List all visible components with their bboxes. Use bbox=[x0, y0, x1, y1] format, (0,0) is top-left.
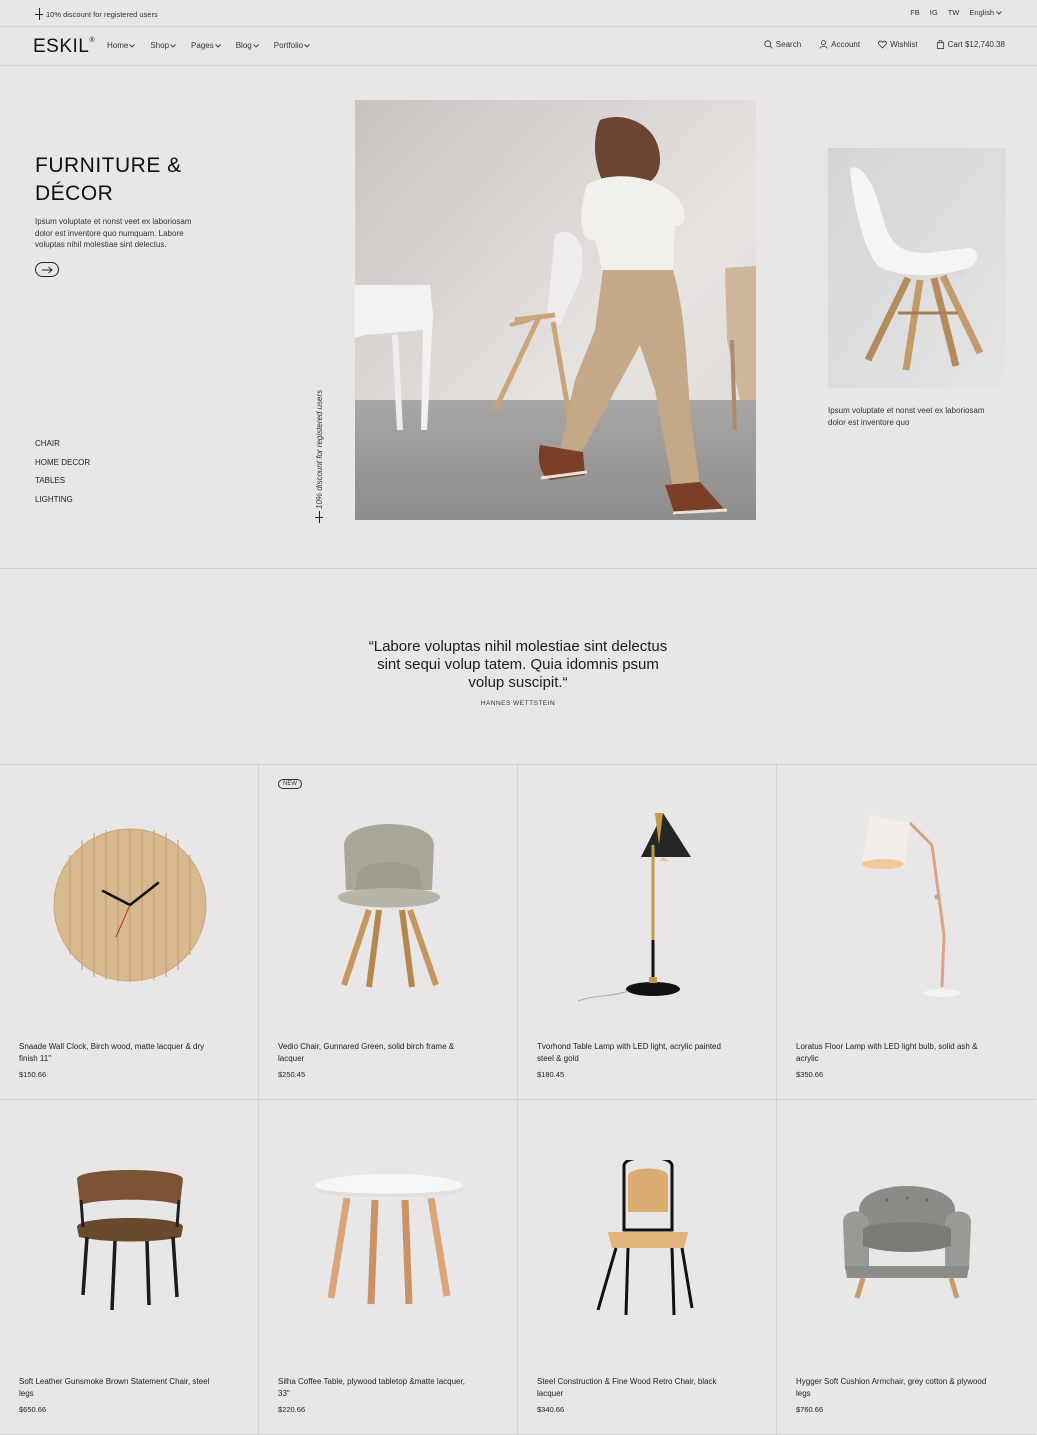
armchair-icon[interactable] bbox=[797, 1120, 1016, 1360]
product-card[interactable]: Tvorhond Table Lamp with LED light, acry… bbox=[518, 765, 777, 1100]
leather-chair-icon[interactable] bbox=[20, 1120, 239, 1360]
language-selector[interactable]: English bbox=[969, 8, 1002, 17]
cart-label: Cart $12,740.38 bbox=[947, 40, 1005, 49]
quote-author: HANNES WETTSTEIN bbox=[480, 700, 556, 707]
chevron-down-icon bbox=[252, 44, 259, 48]
product-name[interactable]: Snaade Wall Clock, Birch wood, matte lac… bbox=[19, 1041, 219, 1064]
product-price: $650.66 bbox=[19, 1405, 47, 1414]
main-header: ESKIL® Home Shop Pages Blog Portfolio Se… bbox=[0, 27, 1037, 66]
product-card[interactable]: Hygger Soft Cushion Armchair, grey cotto… bbox=[777, 1100, 1036, 1435]
vertical-promo: 10% discount for registered users bbox=[313, 381, 325, 521]
wall-clock-icon[interactable] bbox=[20, 785, 239, 1025]
main-nav: Home Shop Pages Blog Portfolio bbox=[107, 41, 310, 50]
logo-mark: ® bbox=[89, 37, 96, 44]
retro-chair-icon[interactable] bbox=[538, 1120, 757, 1360]
hero-arrow-button[interactable] bbox=[35, 262, 59, 277]
nav-item-portfolio[interactable]: Portfolio bbox=[274, 41, 310, 50]
nav-label: Home bbox=[107, 41, 129, 50]
nav-item-blog[interactable]: Blog bbox=[236, 41, 259, 50]
category-link-tables[interactable]: TABLES bbox=[35, 476, 90, 495]
coffee-table-icon[interactable] bbox=[279, 1120, 498, 1360]
promo-text: 10% discount for registered users bbox=[46, 9, 158, 19]
product-price: $150.66 bbox=[19, 1070, 47, 1079]
table-lamp-icon[interactable] bbox=[538, 785, 757, 1025]
product-grid: Snaade Wall Clock, Birch wood, matte lac… bbox=[0, 765, 1037, 1435]
hero-title-line2: DÉCOR bbox=[35, 182, 114, 205]
logo[interactable]: ESKIL® bbox=[33, 36, 95, 58]
nav-item-shop[interactable]: Shop bbox=[150, 41, 176, 50]
top-bar-links: FB IG TW English bbox=[910, 8, 1002, 17]
product-price: $340.66 bbox=[537, 1405, 565, 1414]
logo-text: ESKIL bbox=[33, 36, 90, 57]
product-price: $760.66 bbox=[796, 1405, 824, 1414]
product-card[interactable]: NEW Vedio Chair, Gunnared Green, solid b… bbox=[259, 765, 518, 1100]
nav-item-pages[interactable]: Pages bbox=[191, 41, 221, 50]
product-card[interactable]: Snaade Wall Clock, Birch wood, matte lac… bbox=[0, 765, 259, 1100]
nav-item-home[interactable]: Home bbox=[107, 41, 136, 50]
promo-banner: 10% discount for registered users bbox=[35, 8, 158, 20]
hero-title-line1: FURNITURE & bbox=[35, 154, 182, 177]
hero-image bbox=[355, 100, 756, 520]
wishlist-label: Wishlist bbox=[890, 40, 918, 49]
nav-label: Pages bbox=[191, 41, 214, 50]
chevron-down-icon bbox=[996, 10, 1002, 15]
nav-label: Portfolio bbox=[273, 41, 304, 50]
sparkle-icon bbox=[35, 8, 43, 20]
cart-button[interactable]: Cart $12,740.38 bbox=[936, 40, 1005, 49]
category-link-lighting[interactable]: LIGHTING bbox=[35, 495, 90, 514]
vertical-promo-text: 10% discount for registered users bbox=[314, 389, 324, 509]
product-name[interactable]: Tvorhond Table Lamp with LED light, acry… bbox=[537, 1041, 737, 1064]
quote-section: “Labore voluptas nihil molestiae sint de… bbox=[0, 569, 1037, 765]
product-price: $180.45 bbox=[537, 1070, 565, 1079]
product-name[interactable]: Loratus Floor Lamp with LED light bulb, … bbox=[796, 1041, 996, 1064]
category-link-home-decor[interactable]: HOME DECOR bbox=[35, 458, 90, 477]
product-card[interactable]: Steel Construction & Fine Wood Retro Cha… bbox=[518, 1100, 777, 1435]
account-button[interactable]: Account bbox=[819, 40, 860, 49]
category-list: CHAIR HOME DECOR TABLES LIGHTING bbox=[35, 439, 90, 513]
account-label: Account bbox=[831, 40, 861, 49]
product-card[interactable]: Soft Leather Gunsmoke Brown Statement Ch… bbox=[0, 1100, 259, 1435]
search-label: Search bbox=[775, 40, 802, 49]
hero-description: Ipsum voluptate et nonst veet ex laborio… bbox=[35, 217, 192, 249]
side-description: Ipsum voluptate et nonst veet ex laborio… bbox=[828, 406, 985, 427]
chair-icon[interactable] bbox=[279, 785, 498, 1025]
product-price: $220.66 bbox=[278, 1405, 306, 1414]
top-bar: 10% discount for registered users FB IG … bbox=[0, 0, 1037, 27]
search-button[interactable]: Search bbox=[764, 40, 801, 49]
social-link-tw[interactable]: TW bbox=[948, 8, 960, 17]
quote-text: “Labore voluptas nihil molestiae sint de… bbox=[368, 638, 668, 691]
user-icon bbox=[819, 40, 828, 49]
social-link-fb[interactable]: FB bbox=[910, 8, 920, 17]
social-link-ig[interactable]: IG bbox=[930, 8, 938, 17]
product-card[interactable]: Loratus Floor Lamp with LED light bulb, … bbox=[777, 765, 1036, 1100]
category-link-chair[interactable]: CHAIR bbox=[35, 439, 90, 458]
nav-label: Shop bbox=[150, 41, 170, 50]
hero-title: FURNITURE & DÉCOR bbox=[35, 152, 235, 208]
product-name[interactable]: Vedio Chair, Gunnared Green, solid birch… bbox=[278, 1041, 478, 1064]
product-name[interactable]: Hygger Soft Cushion Armchair, grey cotto… bbox=[796, 1376, 996, 1399]
product-name[interactable]: Silha Coffee Table, plywood tabletop &ma… bbox=[278, 1376, 478, 1399]
chevron-down-icon bbox=[170, 44, 176, 48]
product-price: $250.45 bbox=[278, 1070, 306, 1079]
product-name[interactable]: Steel Construction & Fine Wood Retro Cha… bbox=[537, 1376, 737, 1399]
heart-icon bbox=[878, 40, 887, 49]
sparkle-icon bbox=[315, 511, 323, 523]
hero-section: FURNITURE & DÉCOR Ipsum voluptate et non… bbox=[0, 66, 1037, 569]
header-actions: Search Account Wishlist Cart $12,740.38 bbox=[764, 40, 1005, 49]
shopping-bag-icon bbox=[936, 40, 944, 49]
floor-lamp-icon[interactable] bbox=[797, 785, 1016, 1025]
chevron-down-icon bbox=[214, 44, 221, 48]
wishlist-button[interactable]: Wishlist bbox=[878, 40, 918, 49]
side-image bbox=[828, 148, 1006, 388]
product-card[interactable]: Silha Coffee Table, plywood tabletop &ma… bbox=[259, 1100, 518, 1435]
search-icon bbox=[764, 40, 773, 49]
product-name[interactable]: Soft Leather Gunsmoke Brown Statement Ch… bbox=[19, 1376, 219, 1399]
nav-label: Blog bbox=[235, 41, 252, 50]
chevron-down-icon bbox=[304, 44, 310, 48]
chevron-down-icon bbox=[129, 44, 136, 48]
product-price: $350.66 bbox=[796, 1070, 824, 1079]
arrow-right-icon bbox=[42, 266, 53, 273]
language-label: English bbox=[969, 8, 994, 17]
